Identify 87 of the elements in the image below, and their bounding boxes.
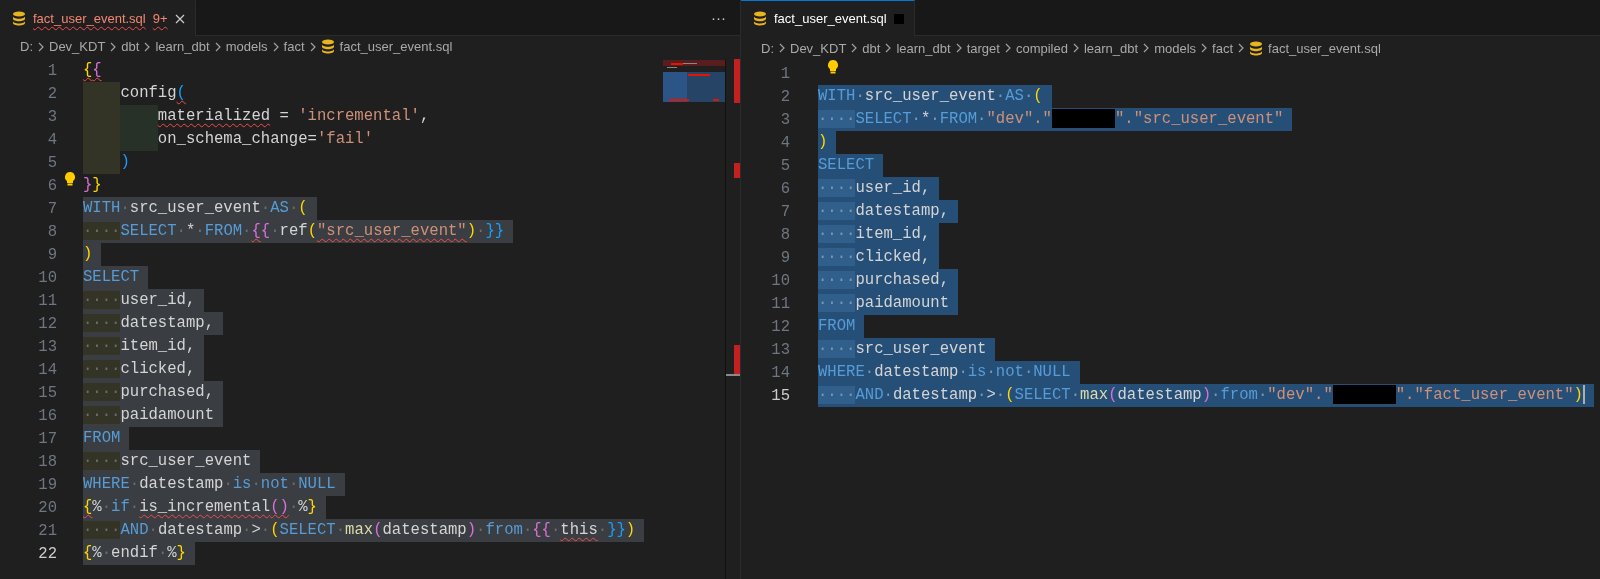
- chevron-icon: [272, 41, 279, 52]
- database-icon: [1249, 40, 1264, 56]
- line-number: 9: [779, 248, 790, 267]
- chevron-icon: [38, 41, 44, 52]
- chevron-icon: [885, 43, 892, 53]
- breadcrumb-item[interactable]: fact: [283, 39, 305, 54]
- lightbulb-icon[interactable]: [827, 59, 839, 75]
- line-number: 2: [46, 84, 57, 103]
- breadcrumb-item[interactable]: Dev_KDT: [790, 40, 847, 56]
- line-number: 12: [37, 314, 57, 333]
- line-number: 3: [779, 110, 790, 129]
- line-number: 2: [779, 87, 790, 106]
- chevron-icon: [1201, 43, 1208, 53]
- chevron-icon: [1238, 43, 1245, 53]
- line-number: 5: [46, 153, 57, 172]
- line-number: 4: [46, 130, 57, 149]
- square-icon: [893, 13, 904, 24]
- breadcrumb-item[interactable]: fact_user_event.sql: [339, 39, 453, 54]
- breadcrumb-item[interactable]: fact_user_event.sql: [1268, 40, 1381, 56]
- chevron-icon: [1143, 43, 1150, 53]
- line-number: 8: [46, 222, 57, 241]
- line-number: 6: [46, 176, 57, 195]
- breadcrumb-item[interactable]: D:: [20, 39, 33, 54]
- line-number: 4: [779, 133, 790, 152]
- database-icon: [753, 11, 767, 26]
- line-number: 11: [37, 291, 57, 310]
- breadcrumb-item[interactable]: target: [966, 40, 1000, 56]
- line-number: 9: [46, 245, 57, 264]
- code-line: config(: [83, 82, 195, 105]
- breadcrumb-item[interactable]: learn_dbt: [896, 40, 951, 56]
- chevron-icon: [110, 41, 117, 52]
- breadcrumb-item[interactable]: learn_dbt: [155, 39, 210, 54]
- chevron-icon: [309, 41, 316, 52]
- editor-tab[interactable]: fact_user_event.sql: [741, 0, 915, 36]
- breadcrumb-item[interactable]: Dev_KDT: [49, 39, 106, 54]
- line-number: 1: [46, 61, 57, 80]
- line-number: 6: [779, 179, 790, 198]
- breadcrumb-item[interactable]: models: [225, 39, 268, 54]
- line-number: 16: [37, 406, 57, 425]
- overview-ruler[interactable]: [725, 59, 740, 579]
- breadcrumb-item[interactable]: learn_dbt: [1083, 40, 1139, 56]
- code-line: on_schema_change='fail': [83, 128, 383, 151]
- line-number: 15: [37, 383, 57, 402]
- chevron-icon: [1004, 43, 1011, 53]
- line-number: 19: [37, 475, 57, 494]
- line-number: 18: [37, 452, 57, 471]
- line-number: 21: [37, 521, 57, 540]
- chevron-icon: [214, 41, 221, 52]
- line-number: 15: [770, 386, 790, 405]
- line-number: 10: [37, 268, 57, 287]
- line-number: 22: [37, 544, 57, 563]
- code-line: materialized = 'incremental',: [83, 105, 439, 128]
- line-number: 20: [37, 498, 57, 517]
- database-icon: [320, 39, 335, 54]
- line-number: 1: [779, 64, 790, 83]
- lightbulb-icon[interactable]: [64, 171, 76, 187]
- breadcrumb-item[interactable]: models: [1154, 40, 1197, 56]
- line-number: 12: [770, 317, 790, 336]
- chevron-icon: [779, 43, 785, 53]
- breadcrumb-item[interactable]: dbt: [862, 40, 881, 56]
- breadcrumb-item[interactable]: D:: [761, 40, 774, 56]
- chevron-icon: [955, 43, 962, 53]
- line-number: 3: [46, 107, 57, 126]
- more-actions-button[interactable]: ···: [697, 0, 740, 35]
- line-number: 7: [779, 202, 790, 221]
- code-line: }}: [83, 175, 103, 196]
- close-icon[interactable]: [174, 13, 185, 24]
- line-number: 13: [37, 337, 57, 356]
- line-number: 11: [770, 294, 790, 313]
- line-number: 5: [779, 156, 790, 175]
- breadcrumb-item[interactable]: dbt: [121, 39, 140, 54]
- breadcrumb-item[interactable]: compiled: [1015, 40, 1068, 56]
- breadcrumb-item[interactable]: fact: [1212, 40, 1234, 56]
- database-icon: [12, 11, 26, 26]
- line-number: 14: [770, 363, 790, 382]
- line-number: 17: [37, 429, 57, 448]
- chevron-icon: [144, 41, 151, 52]
- code-line: {{: [83, 60, 103, 81]
- editor-tab[interactable]: fact_user_event.sql 9+: [0, 0, 196, 36]
- line-number: 8: [779, 225, 790, 244]
- line-number: 10: [770, 271, 790, 290]
- line-number: 13: [770, 340, 790, 359]
- chevron-icon: [851, 43, 858, 53]
- line-number: 14: [37, 360, 57, 379]
- line-number: 7: [46, 199, 57, 218]
- chevron-icon: [1072, 43, 1079, 53]
- minimap[interactable]: [663, 60, 725, 102]
